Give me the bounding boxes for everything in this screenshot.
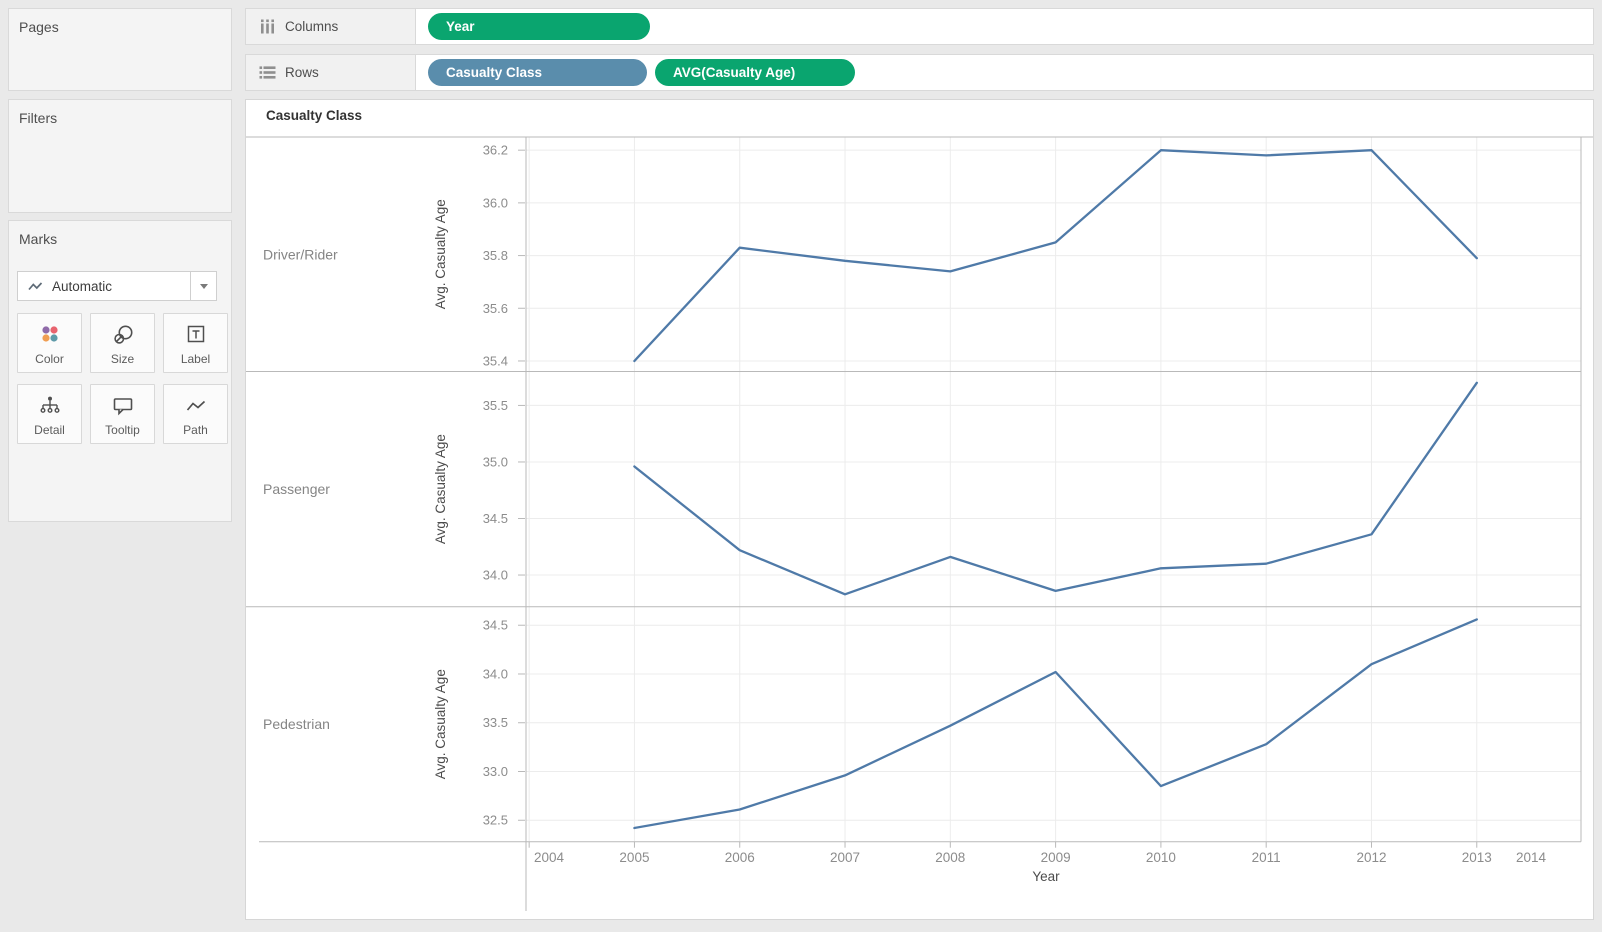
tooltip-button[interactable]: Tooltip [90, 384, 155, 444]
detail-button[interactable]: Detail [17, 384, 82, 444]
mark-type-dropdown-arrow[interactable] [190, 272, 216, 300]
size-icon [111, 323, 135, 352]
label-button-label: Label [180, 352, 211, 366]
x-tick-label: 2004 [534, 850, 565, 865]
x-tick-label: 2008 [935, 850, 965, 865]
y-tick-label: 36.2 [483, 143, 508, 158]
y-tick-label: 32.5 [483, 813, 508, 828]
columns-pills-area: Year [416, 9, 650, 44]
y-tick-label: 34.5 [483, 511, 508, 526]
path-button-label: Path [183, 423, 208, 437]
tableau-workspace: { "sidebar": { "pages": { "title": "Page… [0, 0, 1602, 932]
path-button[interactable]: Path [163, 384, 228, 444]
rows-shelf-label: Rows [246, 55, 416, 90]
x-axis-title: Year [1032, 869, 1060, 884]
marks-card: Marks Automatic Color Size Label Detail … [8, 220, 232, 522]
y-tick-label: 34.5 [483, 618, 508, 633]
y-tick-label: 35.0 [483, 454, 508, 469]
y-tick-label: 33.5 [483, 715, 508, 730]
color-button[interactable]: Color [17, 313, 82, 373]
text-label-icon [185, 323, 207, 350]
columns-icon [259, 19, 276, 34]
y-tick-label: 34.0 [483, 666, 508, 681]
x-tick-label: 2011 [1252, 850, 1281, 865]
rows-shelf-text: Rows [285, 65, 319, 80]
y-tick-label: 35.5 [483, 398, 508, 413]
y-axis-title: Avg. Casualty Age [433, 434, 448, 544]
mark-type-dropdown[interactable]: Automatic [17, 271, 217, 301]
rows-pills-area: Casualty Class AVG(Casualty Age) [416, 55, 855, 90]
row-label: Passenger [263, 481, 330, 497]
x-tick-label: 2010 [1146, 850, 1176, 865]
row-label: Driver/Rider [263, 246, 338, 262]
line-mark-icon [27, 278, 44, 294]
pages-shelf-title: Pages [19, 19, 59, 35]
label-button[interactable]: Label [163, 313, 228, 373]
chart-canvas: 35.4 35.6 35.8 36.0 36.2 Driver/Rider Avg. Cas… [246, 136, 1593, 911]
marks-card-title: Marks [19, 231, 58, 247]
y-tick-label: 35.6 [483, 301, 508, 316]
pill-year[interactable]: Year [428, 13, 650, 40]
color-button-label: Color [35, 352, 64, 366]
columns-shelf[interactable]: Columns Year [245, 8, 1594, 45]
y-tick-label: 34.0 [483, 568, 508, 583]
row-label: Pedestrian [263, 716, 330, 732]
path-icon [184, 394, 208, 423]
columns-shelf-label: Columns [246, 9, 416, 44]
filters-shelf-title: Filters [19, 110, 58, 126]
y-tick-label: 35.8 [483, 248, 508, 263]
rows-shelf[interactable]: Rows Casualty Class AVG(Casualty Age) [245, 54, 1594, 91]
filters-shelf[interactable]: Filters [8, 99, 232, 213]
x-tick-label: 2013 [1462, 850, 1492, 865]
rows-icon [259, 65, 276, 80]
worksheet: Casualty Class 35.4 35.6 35.8 36.0 36.2 Drive… [245, 99, 1594, 920]
tooltip-button-label: Tooltip [105, 423, 140, 437]
x-tick-label: 2005 [619, 850, 649, 865]
x-tick-label: 2012 [1356, 850, 1386, 865]
x-tick-label: 2007 [830, 850, 860, 865]
detail-icon [38, 394, 62, 423]
y-tick-label: 35.4 [483, 353, 508, 368]
x-tick-label: 2014 [1516, 850, 1547, 865]
tooltip-icon [111, 394, 135, 423]
size-button[interactable]: Size [90, 313, 155, 373]
pill-casualty-class[interactable]: Casualty Class [428, 59, 647, 86]
size-button-label: Size [110, 352, 135, 366]
pill-avg-casualty-age[interactable]: AVG(Casualty Age) [655, 59, 855, 86]
y-tick-label: 36.0 [483, 195, 508, 210]
y-tick-label: 33.0 [483, 764, 508, 779]
pages-shelf[interactable]: Pages [8, 8, 232, 91]
detail-button-label: Detail [34, 423, 65, 437]
mark-type-value: Automatic [52, 278, 113, 294]
columns-shelf-text: Columns [285, 19, 339, 34]
x-tick-label: 2009 [1041, 850, 1071, 865]
chevron-down-icon [199, 283, 208, 289]
color-icon [39, 323, 61, 350]
y-axis-title: Avg. Casualty Age [433, 669, 448, 779]
x-tick-label: 2006 [725, 850, 755, 865]
y-axis-title: Avg. Casualty Age [433, 199, 448, 309]
